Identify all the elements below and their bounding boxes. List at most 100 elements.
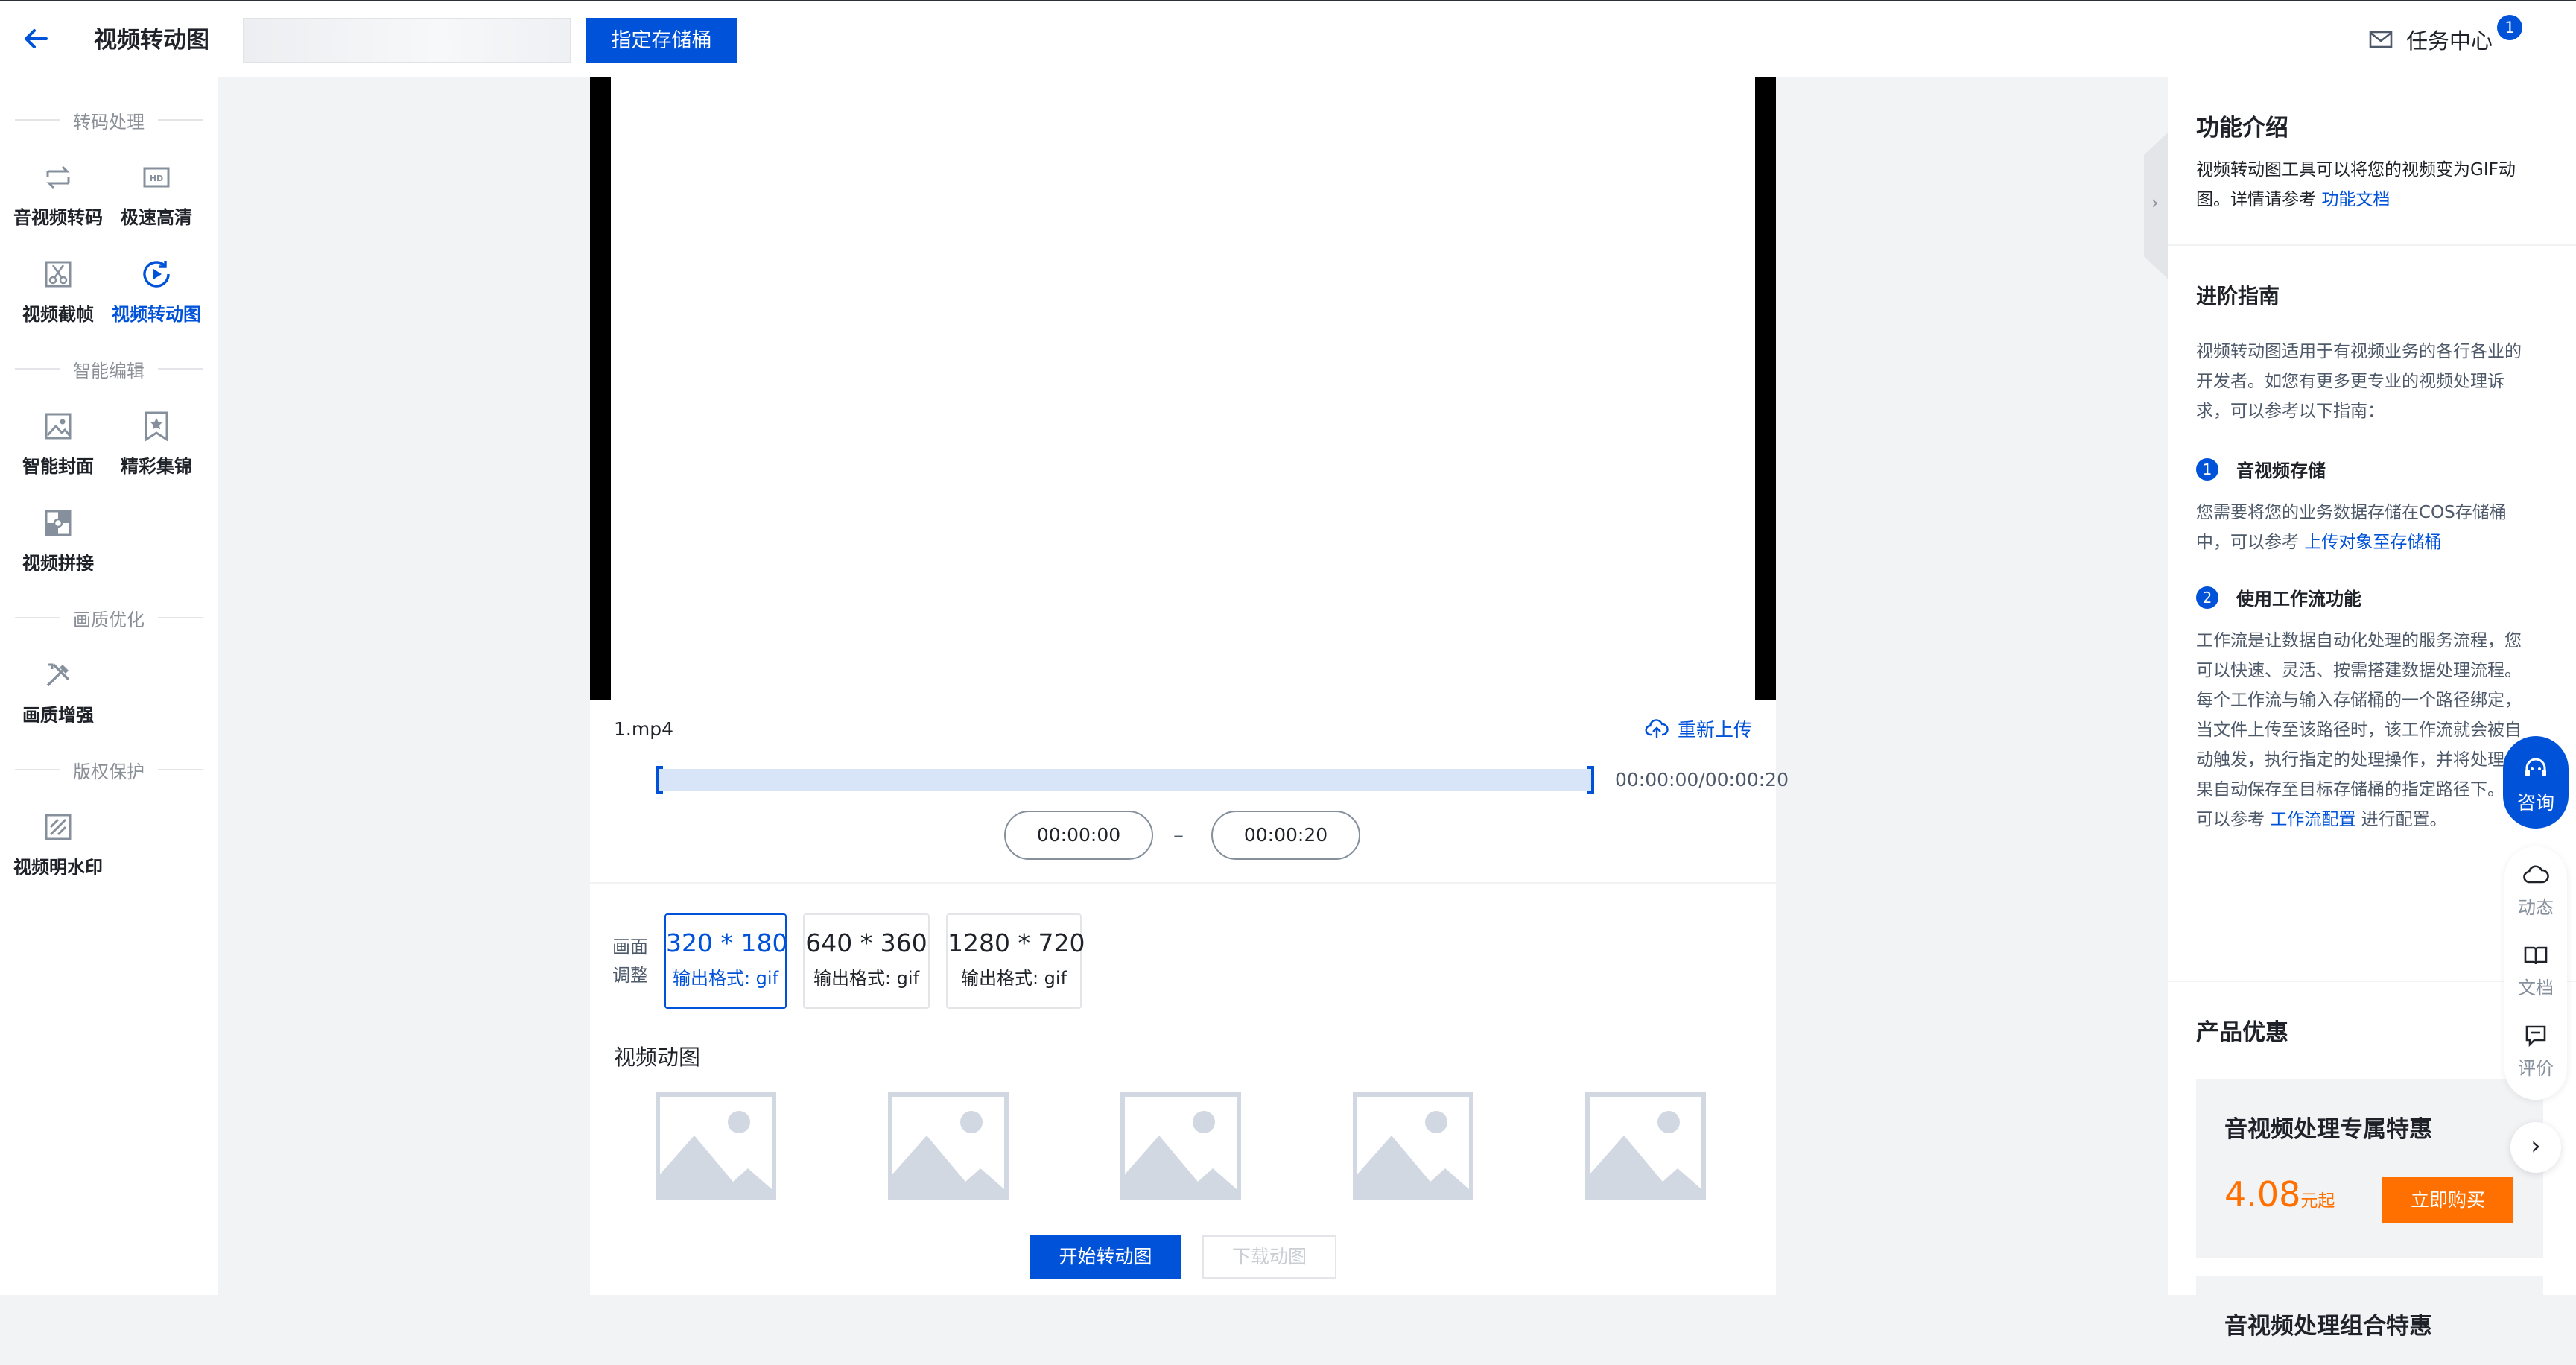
- sidebar-item-highlights[interactable]: 精彩集锦: [104, 408, 209, 490]
- duration-readout: 00:00:00/00:00:20: [1615, 769, 1789, 791]
- promo-price: 4.08元起: [2224, 1174, 2335, 1214]
- trim-handle-right[interactable]: [1587, 766, 1594, 794]
- trim-handle-left[interactable]: [656, 766, 663, 794]
- sidebar-item-smart-cover[interactable]: 智能封面: [6, 408, 110, 490]
- news-label: 动态: [2518, 897, 2554, 918]
- bucket-selector[interactable]: [243, 18, 571, 63]
- video-frame: [611, 77, 1755, 700]
- file-name: 1.mp4: [614, 718, 673, 740]
- scissors-icon: [45, 261, 72, 288]
- step-number: 1: [2196, 457, 2218, 481]
- time-separator: –: [1173, 823, 1184, 847]
- resolution-option-640[interactable]: 640 * 360 输出格式: gif: [803, 913, 930, 1009]
- feature-doc-link[interactable]: 功能文档: [2321, 190, 2390, 209]
- buy-now-button[interactable]: 立即购买: [2382, 1177, 2513, 1223]
- resolution-option-1280[interactable]: 1280 * 720 输出格式: gif: [946, 913, 1085, 1009]
- image-placeholder-icon: [1353, 1092, 1473, 1200]
- sidebar-item-label: 视频明水印: [13, 857, 103, 878]
- guide-text: 视频转动图适用于有视频业务的各行各业的开发者。如您有更多更专业的视频处理诉求，可…: [2196, 342, 2522, 421]
- section-smart-edit: 智能编辑: [0, 356, 218, 381]
- section-label: 转码处理: [73, 111, 145, 133]
- download-gif-button[interactable]: 下载动图: [1202, 1235, 1336, 1279]
- timeline-track[interactable]: [656, 766, 1594, 794]
- animation-title: 视频动图: [614, 1045, 701, 1070]
- review-label: 评价: [2518, 1058, 2554, 1079]
- resolution-format: 输出格式: gif: [813, 968, 920, 989]
- promo-title: 产品优惠: [2196, 1019, 2288, 1046]
- resolution-size: 1280 * 720: [948, 928, 1085, 957]
- resolution-format: 输出格式: gif: [960, 968, 1067, 989]
- step2-suffix: 进行配置。: [2361, 810, 2447, 829]
- end-time-input[interactable]: 00:00:20: [1211, 811, 1360, 860]
- consult-button[interactable]: 咨询: [2503, 736, 2569, 829]
- sidebar-item-enhance[interactable]: 画质增强: [6, 657, 110, 739]
- headset-icon: [2525, 758, 2546, 776]
- section-quality: 画质优化: [0, 605, 218, 630]
- cloud-icon: [2523, 865, 2549, 884]
- resolution-size: 320 * 180: [666, 928, 788, 957]
- sidebar-item-splice[interactable]: 视频拼接: [6, 505, 110, 587]
- sidebar-item-label: 精彩集锦: [121, 456, 192, 477]
- splice-icon: [45, 510, 72, 536]
- sidebar-item-label: 视频拼接: [22, 553, 94, 574]
- promo-item: 音视频处理专属特惠 4.08元起 立即购买: [2196, 1079, 2543, 1258]
- step-title: 使用工作流功能: [2236, 589, 2361, 609]
- star-bookmark-icon: [145, 411, 168, 442]
- video-player[interactable]: [590, 77, 1776, 700]
- task-center[interactable]: 任务中心 1: [2367, 15, 2523, 58]
- reupload-link[interactable]: 重新上传: [1645, 715, 1752, 742]
- svg-text:HD: HD: [150, 174, 163, 183]
- promo-name: 音视频处理组合特惠: [2224, 1313, 2432, 1340]
- image-placeholder-icon: [1585, 1092, 1706, 1200]
- sidebar-item-hd[interactable]: HD 极速高清: [104, 159, 209, 241]
- sidebar-item-video-gif[interactable]: 视频转动图: [104, 256, 209, 338]
- docs-label: 文档: [2518, 978, 2554, 998]
- section-label: 智能编辑: [73, 360, 145, 381]
- start-convert-button[interactable]: 开始转动图: [1030, 1235, 1181, 1279]
- section-label: 画质优化: [73, 609, 145, 630]
- specify-bucket-button[interactable]: 指定存储桶: [586, 18, 737, 63]
- page-title: 视频转动图: [94, 27, 209, 54]
- step-title: 音视频存储: [2236, 460, 2326, 481]
- adjust-label: 画面调整: [612, 937, 648, 986]
- sidebar-item-watermark[interactable]: 视频明水印: [6, 809, 110, 891]
- consult-label: 咨询: [2516, 792, 2554, 814]
- workflow-config-link[interactable]: 工作流配置: [2270, 810, 2355, 829]
- intro-text: 视频转动图工具可以将您的视频变为GIF动图。详情请参考 功能文档: [2196, 155, 2524, 215]
- image-placeholder-icon: [1120, 1092, 1241, 1200]
- back-arrow-icon[interactable]: [19, 22, 52, 55]
- sidebar-item-label: 智能封面: [22, 456, 94, 477]
- sidebar-item-screenshot[interactable]: 视频截帧: [6, 256, 110, 338]
- news-button[interactable]: 动态: [2504, 861, 2567, 919]
- resolution-option-320[interactable]: 320 * 180 输出格式: gif: [664, 913, 787, 1009]
- divider: [590, 882, 1776, 884]
- review-button[interactable]: 评价: [2504, 1022, 2567, 1080]
- section-copyright: 版权保护: [0, 757, 218, 782]
- sidebar-item-transcode[interactable]: 音视频转码: [6, 159, 110, 241]
- step2-text: 工作流是让数据自动化处理的服务流程，您可以快速、灵活、按需搭建数据处理流程。每个…: [2196, 626, 2524, 834]
- sidebar-item-label: 画质增强: [22, 705, 94, 726]
- image-placeholder-icon: [888, 1092, 1009, 1200]
- promo-name: 音视频处理专属特惠: [2224, 1116, 2432, 1143]
- reupload-label: 重新上传: [1677, 719, 1752, 741]
- image-icon: [45, 413, 72, 440]
- chevron-right-icon: ›: [2151, 192, 2159, 213]
- transcode-icon: [46, 165, 70, 189]
- step-1: 1 音视频存储: [2196, 456, 2326, 482]
- upload-object-link[interactable]: 上传对象至存储桶: [2304, 533, 2441, 552]
- image-placeholder-icon: [656, 1092, 776, 1200]
- sidebar: 转码处理 音视频转码 HD 极速高清 视频截帧 视频转动图 智能编辑 智能封面 …: [0, 77, 218, 1295]
- tools-icon: [46, 663, 70, 687]
- task-center-label: 任务中心: [2406, 28, 2493, 54]
- collapse-panel-handle[interactable]: ›: [2144, 131, 2169, 280]
- docs-button[interactable]: 文档: [2504, 942, 2567, 999]
- intro-card: 功能介绍 视频转动图工具可以将您的视频变为GIF动图。详情请参考 功能文档: [2168, 77, 2576, 244]
- chevron-right-icon[interactable]: ›: [2510, 1122, 2561, 1173]
- guide-title: 进阶指南: [2196, 284, 2280, 308]
- right-panel: 功能介绍 视频转动图工具可以将您的视频变为GIF动图。详情请参考 功能文档 进阶…: [2168, 77, 2576, 1365]
- hd-icon: HD: [143, 167, 170, 188]
- comment-icon: [2525, 1025, 2546, 1048]
- start-time-input[interactable]: 00:00:00: [1004, 811, 1153, 860]
- task-badge: 1: [2497, 15, 2523, 40]
- section-transcode: 转码处理: [0, 107, 218, 133]
